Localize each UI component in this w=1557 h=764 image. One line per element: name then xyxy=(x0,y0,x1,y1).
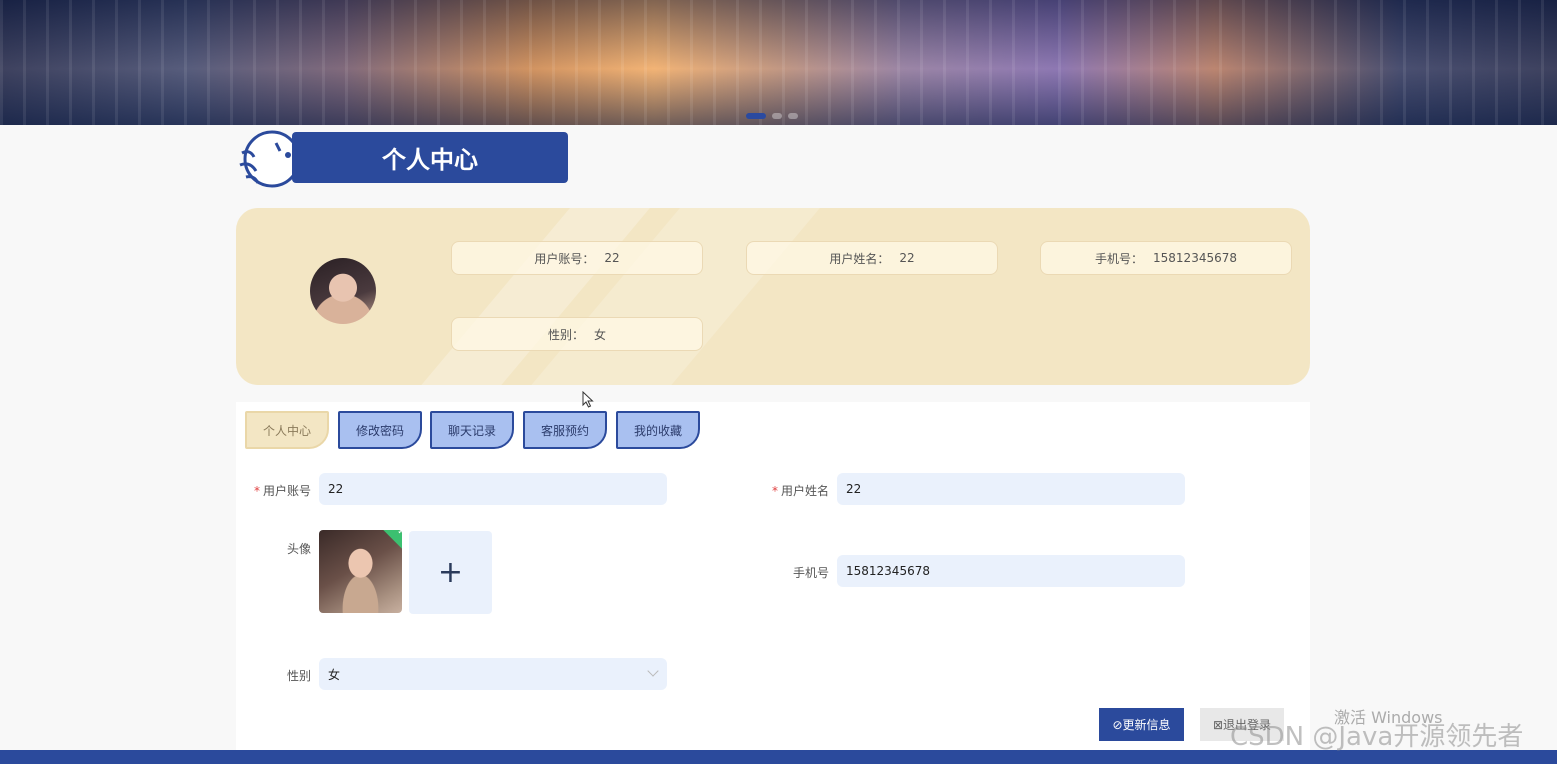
gender-label: 性别 xyxy=(286,669,311,683)
phone-label: 手机号 xyxy=(792,566,829,580)
tab-personal-center[interactable]: 个人中心 xyxy=(245,411,329,449)
upload-success-icon xyxy=(382,530,402,550)
account-label: * 用户账号 xyxy=(253,484,311,498)
main-panel: 个人中心 修改密码 聊天记录 客服预约 我的收藏 * 用户账号 22 * 用户姓名 … xyxy=(236,402,1310,750)
avatar-upload-button[interactable]: + xyxy=(409,531,492,614)
info-account: 用户账号： 22 xyxy=(451,241,703,275)
info-phone: 手机号： 15812345678 xyxy=(1040,241,1292,275)
page-title: 个人中心 xyxy=(292,132,568,183)
phone-input[interactable]: 15812345678 xyxy=(837,555,1185,587)
update-info-button[interactable]: ⊘更新信息 xyxy=(1099,708,1184,741)
page-title-block: 个人中心 xyxy=(236,125,571,193)
gender-select[interactable]: 女 xyxy=(319,658,667,690)
carousel-dot-3[interactable] xyxy=(788,113,798,119)
tab-my-favorites[interactable]: 我的收藏 xyxy=(616,411,700,449)
profile-avatar xyxy=(310,258,376,324)
plus-icon: + xyxy=(437,555,464,590)
avatar-upload-preview[interactable] xyxy=(319,530,402,613)
tab-change-password[interactable]: 修改密码 xyxy=(338,411,422,449)
chevron-down-icon xyxy=(647,665,659,677)
cartoon-face-icon xyxy=(239,130,300,188)
account-input[interactable]: 22 xyxy=(319,473,667,505)
info-name: 用户姓名： 22 xyxy=(746,241,998,275)
avatar-label: 头像 xyxy=(286,542,311,556)
banner-carousel xyxy=(0,0,1557,125)
name-input[interactable]: 22 xyxy=(837,473,1185,505)
tab-service-booking[interactable]: 客服预约 xyxy=(523,411,607,449)
carousel-indicators[interactable] xyxy=(746,113,798,119)
carousel-dot-1[interactable] xyxy=(746,113,766,119)
info-gender: 性别： 女 xyxy=(451,317,703,351)
profile-summary-card: 用户账号： 22 用户姓名： 22 手机号： 15812345678 性别： 女 xyxy=(236,208,1310,385)
carousel-dot-2[interactable] xyxy=(772,113,782,119)
csdn-watermark: CSDN @Java开源领先者 xyxy=(1230,722,1524,752)
mouse-cursor-icon xyxy=(582,391,594,408)
name-label: * 用户姓名 xyxy=(771,484,829,498)
tab-chat-history[interactable]: 聊天记录 xyxy=(430,411,514,449)
